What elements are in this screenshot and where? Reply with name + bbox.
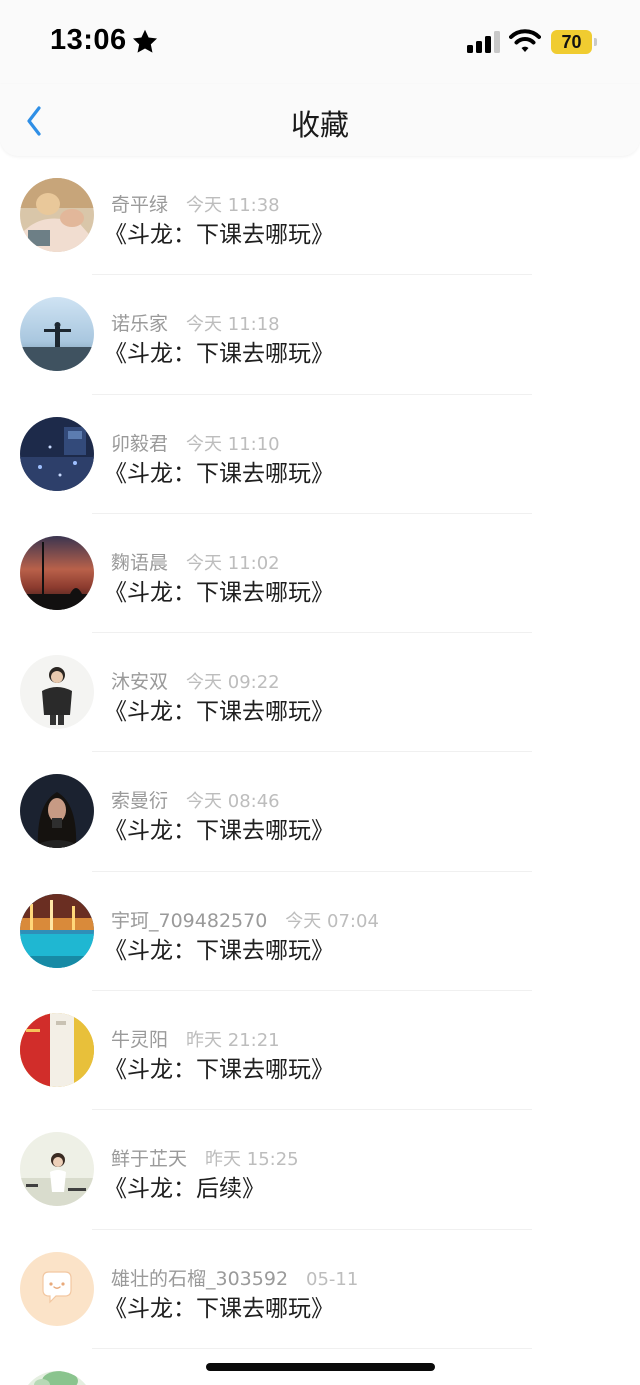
list-item[interactable]: 鲜于芷天 昨天 15:25 《斗龙：后续》 [0, 1110, 640, 1230]
timestamp: 今天 09:22 [186, 672, 280, 694]
battery-icon: 70 [551, 30, 597, 54]
favorites-list: 奇平绿 今天 11:38 《斗龙：下课去哪玩》 诺乐家 今天 11:18 《斗龙：下… [0, 156, 640, 1385]
author-name[interactable]: 诺乐家 [111, 313, 168, 335]
item-title[interactable]: 《斗龙：下课去哪玩》 [104, 215, 334, 249]
signal-icon [467, 31, 500, 53]
avatar[interactable] [20, 1251, 94, 1326]
item-meta: 沐安双 今天 09:22 [111, 667, 280, 693]
list-item[interactable]: 索曼衍 今天 08:46 《斗龙：下课去哪玩》 [0, 752, 640, 872]
list-item[interactable]: 沐安双 今天 09:22 《斗龙：下课去哪玩》 [0, 633, 640, 753]
author-name[interactable]: 奇平绿 [111, 194, 168, 216]
avatar[interactable] [20, 178, 94, 252]
avatar[interactable] [20, 535, 94, 610]
star-icon [132, 29, 158, 53]
author-name[interactable]: 雄壮的石榴_303592 [111, 1268, 288, 1290]
timestamp: 昨天 15:25 [205, 1149, 299, 1171]
list-item[interactable]: 牛灵阳 昨天 21:21 《斗龙：下课去哪玩》 [0, 991, 640, 1111]
nav-bar: 收藏 [0, 84, 640, 156]
item-meta: 牛灵阳 昨天 21:21 [111, 1025, 280, 1051]
item-title[interactable]: 《斗龙：下课去哪玩》 [104, 1050, 334, 1084]
timestamp: 昨天 21:21 [186, 1030, 280, 1052]
battery-level: 70 [561, 32, 582, 52]
avatar[interactable] [20, 655, 94, 730]
timestamp: 05-11 [306, 1268, 359, 1290]
author-name[interactable]: 沐安双 [111, 671, 168, 693]
avatar[interactable] [20, 297, 94, 372]
timestamp: 今天 11:38 [186, 195, 280, 216]
item-meta: 奇平绿 今天 11:38 [111, 190, 280, 216]
item-title[interactable]: 《斗龙：后续》 [104, 1169, 265, 1203]
timestamp: 今天 11:18 [186, 314, 280, 336]
home-indicator[interactable] [206, 1363, 435, 1371]
avatar[interactable] [20, 893, 94, 968]
item-title[interactable]: 《斗龙：下课去哪玩》 [104, 931, 334, 965]
author-name[interactable]: 牛灵阳 [111, 1029, 168, 1051]
item-title[interactable]: 《斗龙：下课去哪玩》 [104, 573, 334, 607]
timestamp: 今天 07:04 [285, 910, 379, 932]
item-meta: 诺乐家 今天 11:18 [111, 309, 280, 335]
timestamp: 今天 11:10 [186, 433, 280, 455]
item-meta: 宇珂_709482570 今天 07:04 [111, 906, 379, 932]
item-title[interactable]: 《斗龙：下课去哪玩》 [104, 454, 334, 488]
item-meta: 麴语晨 今天 11:02 [111, 548, 280, 574]
author-name[interactable]: 麴语晨 [111, 552, 168, 574]
item-title[interactable]: 《斗龙：下课去哪玩》 [104, 692, 334, 726]
status-bar: 13:06 70 [0, 0, 640, 84]
list-item[interactable]: 麴语晨 今天 11:02 《斗龙：下课去哪玩》 [0, 514, 640, 634]
item-meta: 索曼衍 今天 08:46 [111, 786, 280, 812]
item-meta: 卯毅君 今天 11:10 [111, 429, 280, 455]
item-title[interactable]: 《斗龙：下课去哪玩》 [104, 334, 334, 368]
timestamp: 今天 08:46 [186, 791, 280, 813]
list-item[interactable]: 卯毅君 今天 11:10 《斗龙：下课去哪玩》 [0, 395, 640, 514]
avatar[interactable] [20, 1370, 94, 1385]
avatar[interactable] [20, 1132, 94, 1207]
avatar[interactable] [20, 416, 94, 491]
list-item[interactable]: 诺乐家 今天 11:18 《斗龙：下课去哪玩》 [0, 275, 640, 395]
wifi-icon [509, 29, 541, 52]
page-title: 收藏 [290, 108, 349, 142]
author-name[interactable]: 宇珂_709482570 [111, 910, 267, 932]
list-item[interactable]: 雄壮的石榴_303592 05-11 《斗龙：下课去哪玩》 [0, 1230, 640, 1349]
status-time: 13:06 [50, 24, 127, 56]
item-title[interactable]: 《斗龙：下课去哪玩》 [104, 811, 334, 845]
item-title[interactable]: 《斗龙：下课去哪玩》 [104, 1289, 334, 1323]
avatar[interactable] [20, 1013, 94, 1088]
item-meta: 雄壮的石榴_303592 05-11 [111, 1264, 358, 1290]
timestamp: 今天 11:02 [186, 552, 280, 574]
list-item[interactable]: 宇珂_709482570 今天 07:04 《斗龙：下课去哪玩》 [0, 872, 640, 992]
author-name[interactable]: 鲜于芷天 [111, 1148, 187, 1170]
avatar[interactable] [20, 774, 94, 849]
item-meta: 鲜于芷天 昨天 15:25 [111, 1144, 299, 1170]
author-name[interactable]: 索曼衍 [111, 790, 168, 812]
list-item[interactable]: 奇平绿 今天 11:38 《斗龙：下课去哪玩》 [0, 156, 640, 276]
author-name[interactable]: 卯毅君 [111, 433, 168, 455]
